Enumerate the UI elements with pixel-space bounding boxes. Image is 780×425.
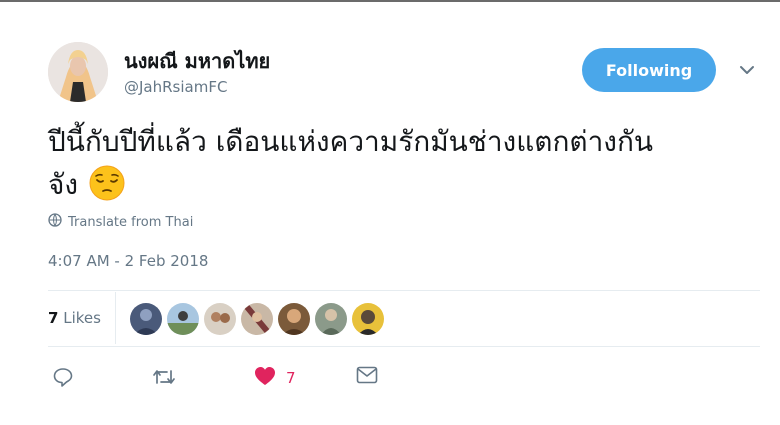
retweet-icon xyxy=(152,366,176,392)
reply-button[interactable] xyxy=(52,366,74,392)
heart-icon xyxy=(254,366,276,390)
tweet-timestamp[interactable]: 4:07 AM - 2 Feb 2018 xyxy=(48,252,208,270)
liker-avatar[interactable] xyxy=(352,303,384,335)
like-count: 7 xyxy=(286,369,296,387)
liker-avatar[interactable] xyxy=(204,303,236,335)
chevron-down-icon[interactable] xyxy=(738,62,756,76)
divider-bottom xyxy=(48,346,760,347)
translate-link[interactable]: Translate from Thai xyxy=(48,213,193,231)
tweet-text-line-1: ปีนี้กับปีที่แล้ว เดือนแห่งความรักมันช่า… xyxy=(48,125,654,158)
likes-divider xyxy=(115,292,116,344)
tweet-text: ปีนี้กับปีที่แล้ว เดือนแห่งความรักมันช่า… xyxy=(48,120,768,206)
tweet-text-line-2: จัง xyxy=(48,163,768,206)
liker-avatar[interactable] xyxy=(167,303,199,335)
top-border xyxy=(0,0,780,2)
envelope-icon xyxy=(356,366,378,388)
retweet-button[interactable] xyxy=(152,366,176,392)
liker-avatars xyxy=(130,303,384,335)
likes-count: 7 xyxy=(48,309,59,327)
tweet-text-line-2-text: จัง xyxy=(48,168,79,201)
avatar[interactable] xyxy=(48,42,108,102)
like-button[interactable]: 7 xyxy=(254,366,296,390)
divider-top xyxy=(48,290,760,291)
liker-avatar[interactable] xyxy=(241,303,273,335)
message-button[interactable] xyxy=(356,366,378,388)
translate-label: Translate from Thai xyxy=(68,214,194,230)
display-name[interactable]: นงผณี มหาดไทย xyxy=(124,45,270,77)
liker-avatar[interactable] xyxy=(315,303,347,335)
user-handle[interactable]: @JahRsiamFC xyxy=(124,78,227,96)
liker-avatar[interactable] xyxy=(130,303,162,335)
globe-icon xyxy=(48,213,62,231)
reply-icon xyxy=(52,366,74,392)
liker-avatar[interactable] xyxy=(278,303,310,335)
likes-label: Likes xyxy=(63,309,101,327)
likes-summary[interactable]: 7 Likes xyxy=(48,309,101,327)
pensive-face-icon xyxy=(88,164,126,202)
following-button[interactable]: Following xyxy=(582,48,716,92)
